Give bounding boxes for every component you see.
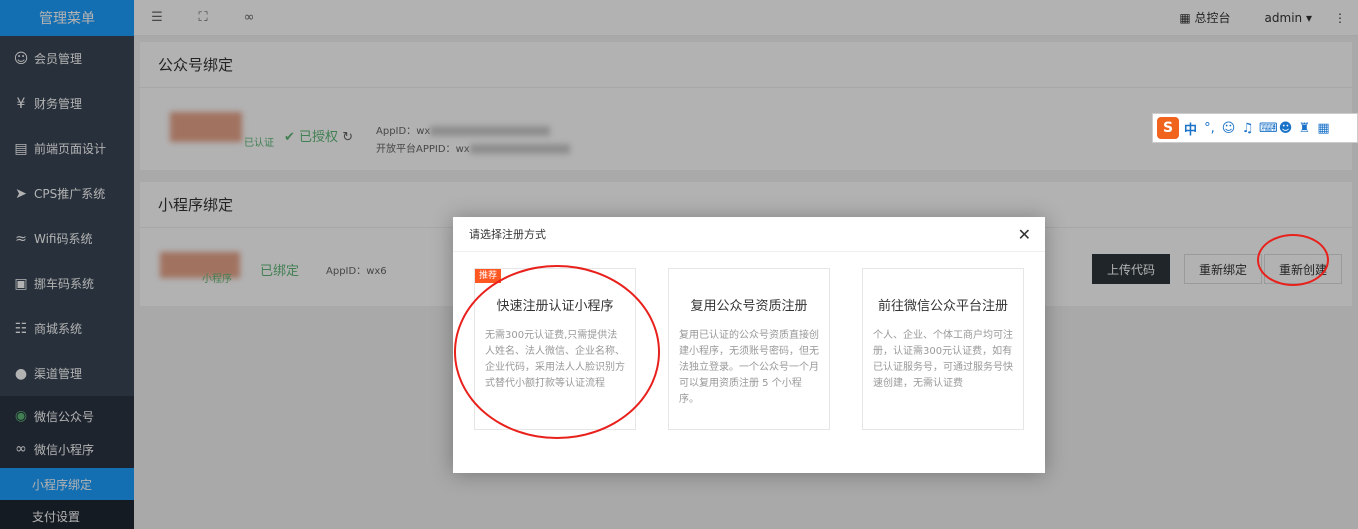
option-wechat-platform[interactable]: 前往微信公众平台注册 个人、企业、个体工商户均可注册，认证需300元认证费，如有…: [862, 268, 1024, 430]
emoji-icon[interactable]: ☺: [1221, 121, 1236, 136]
annotation-circle-recreate: [1257, 234, 1329, 286]
option-title: 前往微信公众平台注册: [877, 299, 1008, 314]
close-icon[interactable]: ✕: [1018, 217, 1031, 252]
modal-title: 请选择注册方式: [469, 228, 546, 241]
option-title: 复用公众号资质注册: [690, 299, 808, 314]
option-desc: 复用已认证的公众号资质直接创建小程序，无须账号密码，但无法独立登录。一个公众号一…: [679, 330, 819, 405]
annotation-circle-option: [454, 265, 660, 439]
option-desc: 个人、企业、个体工商户均可注册，认证需300元认证费，如有已认证服务号，可通过服…: [873, 330, 1013, 389]
ime-lang[interactable]: 中: [1183, 119, 1198, 138]
user-icon[interactable]: ☻: [1278, 121, 1293, 136]
keyboard-icon[interactable]: ⌨: [1259, 121, 1278, 136]
option-reuse-official[interactable]: 复用公众号资质注册 复用已认证的公众号资质直接创建小程序，无须账号密码，但无法独…: [668, 268, 830, 430]
sogou-logo-icon: S: [1157, 117, 1179, 139]
punctuation-icon[interactable]: °,: [1202, 121, 1217, 136]
grid-icon[interactable]: ▦: [1316, 121, 1331, 136]
ime-toolbar: S 中 °, ☺ ♫ ⌨ ☻ ♜ ▦: [1152, 113, 1358, 143]
microphone-icon[interactable]: ♫: [1240, 121, 1255, 136]
modal-header: 请选择注册方式 ✕: [453, 217, 1045, 252]
skin-icon[interactable]: ♜: [1297, 121, 1312, 136]
